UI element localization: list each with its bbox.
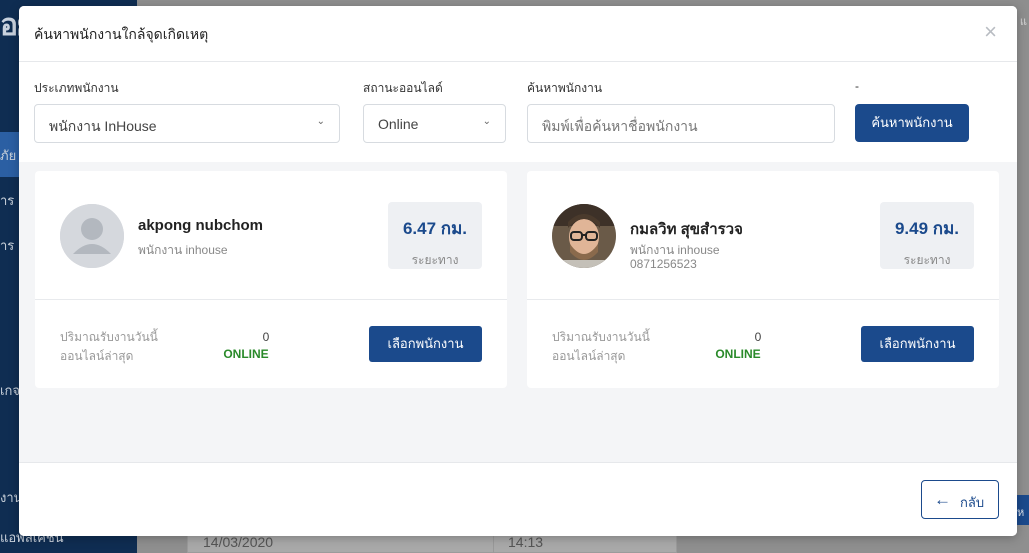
employee-type-select[interactable]: พนักงาน InHouse ⌄ xyxy=(34,104,340,143)
employee-type-label: ประเภทพนักงาน xyxy=(34,81,119,95)
search-employee-label: ค้นหาพนักงาน xyxy=(527,81,603,95)
chevron-down-icon: ⌄ xyxy=(316,116,325,127)
card-divider xyxy=(527,299,999,300)
today-jobs-label: ปริมาณรับงานวันนี้ xyxy=(552,330,650,344)
employee-type: พนักงาน inhouse xyxy=(138,243,228,257)
modal-header: ค้นหาพนักงานใกล้จุดเกิดเหตุ × xyxy=(19,6,1017,62)
avatar xyxy=(552,204,616,268)
background-sidebar-item: เกจ xyxy=(0,383,20,398)
online-status-label: สถานะออนไลด์ xyxy=(363,81,443,95)
online-status-select[interactable]: Online ⌄ xyxy=(363,104,506,143)
last-online-label: ออนไลน์ล่าสุด xyxy=(60,349,134,363)
today-jobs-value: 0 xyxy=(754,330,762,344)
card-divider xyxy=(35,299,507,300)
select-employee-button[interactable]: เลือกพนักงาน xyxy=(369,326,482,362)
background-sidebar-item: ภัย xyxy=(0,148,17,163)
online-status-badge: ONLINE xyxy=(223,347,269,361)
background-topbar-text: แ xyxy=(1019,16,1027,28)
online-status-badge: ONLINE xyxy=(715,347,761,361)
employee-name: กมลวิท สุขสำรวจ xyxy=(630,221,743,238)
employee-card: akpong nubchom พนักงาน inhouse 6.47 กม. … xyxy=(35,171,507,388)
distance-label: ระยะทาง xyxy=(411,253,459,267)
close-icon[interactable]: × xyxy=(984,20,997,44)
background-row-time: 14:13 xyxy=(508,534,544,550)
chevron-down-icon: ⌄ xyxy=(482,116,491,127)
button-column-label: - xyxy=(855,79,859,93)
search-employee-input[interactable]: พิมพ์เพื่อค้นหาชื่อพนักงาน xyxy=(527,104,835,143)
find-employee-modal: ค้นหาพนักงานใกล้จุดเกิดเหตุ × ประเภทพนัก… xyxy=(19,6,1017,536)
search-placeholder: พิมพ์เพื่อค้นหาชื่อพนักงาน xyxy=(542,118,698,134)
back-button[interactable]: ← กลับ xyxy=(921,480,999,519)
modal-footer: ← กลับ xyxy=(19,462,1017,536)
distance-box: 6.47 กม. ระยะทาง xyxy=(388,202,482,269)
user-photo-icon xyxy=(552,204,616,268)
distance-box: 9.49 กม. ระยะทาง xyxy=(880,202,974,269)
search-employee-button[interactable]: ค้นหาพนักงาน xyxy=(855,104,969,142)
select-employee-button[interactable]: เลือกพนักงาน xyxy=(861,326,974,362)
background-sidebar-item: าร xyxy=(0,238,15,253)
background-row-date: 14/03/2020 xyxy=(203,534,274,550)
avatar xyxy=(60,204,124,268)
employee-type-value: พนักงาน InHouse xyxy=(49,118,157,134)
background-button: ห xyxy=(1015,495,1029,525)
employee-name: akpong nubchom xyxy=(138,217,263,234)
distance-value: 9.49 กม. xyxy=(894,219,960,238)
arrow-left-icon: ← xyxy=(934,490,951,509)
back-button-label: กลับ xyxy=(960,495,985,510)
background-sidebar-item: าร xyxy=(0,193,15,208)
distance-value: 6.47 กม. xyxy=(402,219,468,238)
employee-card: กมลวิท สุขสำรวจ พนักงาน inhouse 08712565… xyxy=(527,171,999,388)
modal-title: ค้นหาพนักงานใกล้จุดเกิดเหตุ xyxy=(34,26,209,42)
today-jobs-label: ปริมาณรับงานวันนี้ xyxy=(60,330,158,344)
filter-bar: ประเภทพนักงาน พนักงาน InHouse ⌄ สถานะออน… xyxy=(19,62,1017,162)
distance-label: ระยะทาง xyxy=(903,253,951,267)
last-online-label: ออนไลน์ล่าสุด xyxy=(552,349,626,363)
online-status-value: Online xyxy=(378,116,419,132)
user-placeholder-icon xyxy=(60,204,124,268)
employee-phone: 0871256523 xyxy=(630,257,697,271)
today-jobs-value: 0 xyxy=(262,330,270,344)
